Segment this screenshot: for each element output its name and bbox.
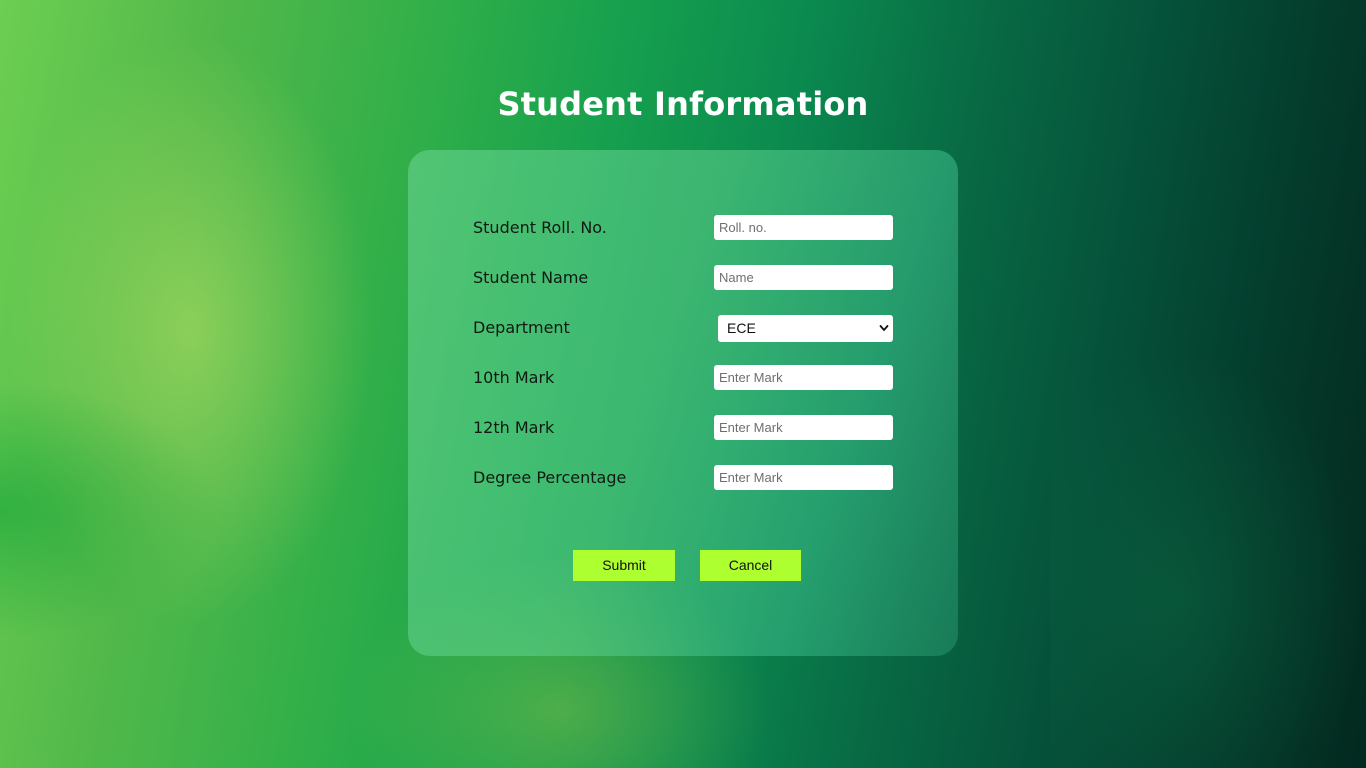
10th-mark-label: 10th Mark (473, 368, 555, 387)
student-name-input[interactable] (714, 265, 893, 290)
roll-no-input[interactable] (714, 215, 893, 240)
chevron-down-icon (879, 325, 889, 331)
department-label: Department (473, 318, 570, 337)
background-decoration (1050, 350, 1366, 768)
degree-percentage-input[interactable] (714, 465, 893, 490)
page-title: Student Information (497, 85, 869, 123)
department-select[interactable]: ECE (718, 315, 893, 342)
12th-mark-input[interactable] (714, 415, 893, 440)
department-selected-value: ECE (727, 320, 756, 336)
roll-no-label: Student Roll. No. (473, 218, 607, 237)
student-name-label: Student Name (473, 268, 589, 287)
form-row-degree-percentage: Degree Percentage (473, 465, 893, 491)
form-row-roll-no: Student Roll. No. (473, 215, 893, 241)
degree-percentage-label: Degree Percentage (473, 468, 627, 487)
background-decoration (0, 380, 220, 640)
10th-mark-input[interactable] (714, 365, 893, 390)
submit-button[interactable]: Submit (573, 550, 675, 581)
student-form-card: Student Roll. No. Student Name Departmen… (408, 150, 958, 656)
form-row-department: Department ECE (473, 315, 893, 342)
12th-mark-label: 12th Mark (473, 418, 555, 437)
form-row-10th-mark: 10th Mark (473, 365, 893, 391)
form-row-12th-mark: 12th Mark (473, 415, 893, 441)
cancel-button[interactable]: Cancel (700, 550, 801, 581)
form-row-student-name: Student Name (473, 265, 893, 291)
